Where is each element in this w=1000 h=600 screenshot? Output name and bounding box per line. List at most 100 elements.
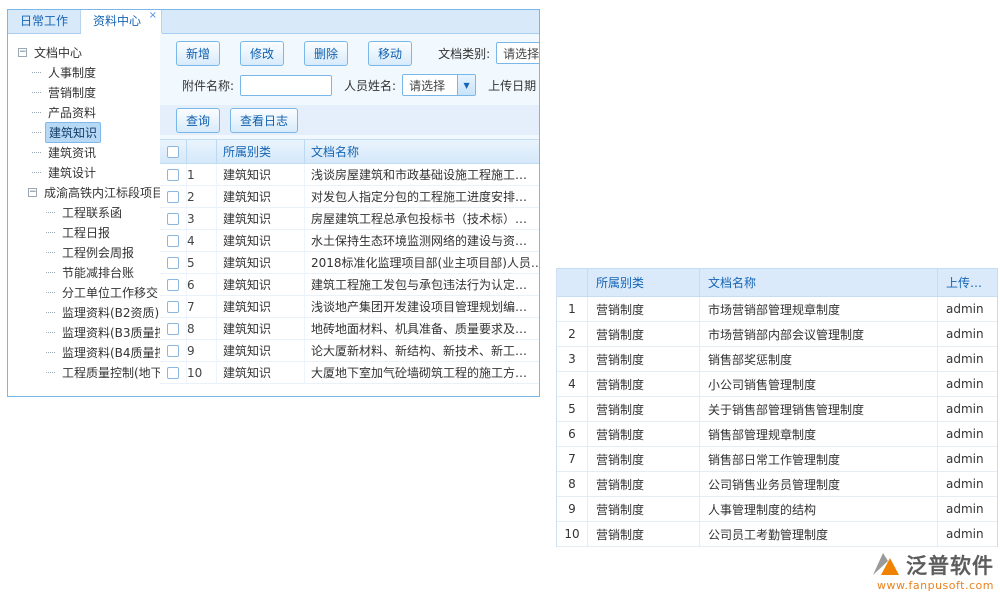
row-doc-name: 浅谈地产集团开发建设项目管理规划编… [304, 296, 539, 317]
table-row[interactable]: 2 建筑知识 对发包人指定分包的工程施工进度安排… [160, 186, 539, 208]
checkbox-cell [160, 146, 186, 158]
table-row[interactable]: 8 营销制度 公司销售业务员管理制度 admin [557, 472, 997, 497]
table-row[interactable]: 5 建筑知识 2018标准化监理项目部(业主项目部)人员… [160, 252, 539, 274]
view-log-button[interactable]: 查看日志 [230, 108, 298, 133]
row-checkbox[interactable] [167, 345, 179, 357]
tree-item-marketing[interactable]: 营销制度 [18, 82, 160, 102]
tree-line [32, 152, 41, 153]
table-row[interactable]: 9 建筑知识 论大厦新材料、新结构、新技术、新工… [160, 340, 539, 362]
tree-item-daily-report[interactable]: 工程日报 [18, 222, 160, 242]
row-number: 7 [557, 452, 587, 466]
person-name-select[interactable]: 请选择 ▼ [402, 74, 476, 96]
row-number: 3 [186, 208, 216, 229]
table-row[interactable]: 2 营销制度 市场营销部内部会议管理制度 admin [557, 322, 997, 347]
chevron-down-icon[interactable]: ▼ [457, 75, 475, 95]
tree-item-supervision-b3[interactable]: 监理资料(B3质量控制) [18, 322, 160, 342]
query-button[interactable]: 查询 [176, 108, 220, 133]
checkbox-cell [160, 191, 186, 203]
row-checkbox[interactable] [167, 169, 179, 181]
row-category: 营销制度 [587, 372, 699, 396]
row-checkbox[interactable] [167, 235, 179, 247]
tree-item-construction-news[interactable]: 建筑资讯 [18, 142, 160, 162]
tree-item-label: 监理资料(B3质量控制) [59, 323, 160, 342]
tree-item-label: 产品资料 [45, 103, 99, 122]
delete-button[interactable]: 删除 [304, 41, 348, 66]
table-row[interactable]: 8 建筑知识 地砖地面材料、机具准备、质量要求及… [160, 318, 539, 340]
toolbar-row-2: 附件名称: 人员姓名: 请选择 ▼ 上传日期 [160, 70, 539, 100]
tree-item-quality-basement[interactable]: 工程质量控制(地下室) [18, 362, 160, 382]
collapse-icon[interactable]: − [18, 48, 27, 57]
row-checkbox[interactable] [167, 367, 179, 379]
data-center-window: 日常工作 资料中心 × − 文档中心 人事制度 营销制度 产品资料 [7, 9, 540, 397]
tree-item-construction-knowledge[interactable]: 建筑知识 [18, 122, 160, 142]
table-row[interactable]: 10 营销制度 公司员工考勤管理制度 admin [557, 522, 997, 547]
row-checkbox[interactable] [167, 257, 179, 269]
row-category: 建筑知识 [216, 164, 304, 185]
table-row[interactable]: 4 营销制度 小公司销售管理制度 admin [557, 372, 997, 397]
tree-item-supervision-b4[interactable]: 监理资料(B4质量控制) [18, 342, 160, 362]
doc-name-column-header: 文档名称 [699, 269, 937, 296]
select-all-checkbox[interactable] [167, 146, 179, 158]
row-checkbox[interactable] [167, 301, 179, 313]
table-row[interactable]: 5 营销制度 关于销售部管理销售管理制度 admin [557, 397, 997, 422]
row-number: 3 [557, 352, 587, 366]
close-icon[interactable]: × [149, 10, 157, 22]
tree-item-work-transfer[interactable]: 分工单位工作移交 [18, 282, 160, 302]
row-checkbox[interactable] [167, 191, 179, 203]
row-category: 营销制度 [587, 522, 699, 546]
row-category: 建筑知识 [216, 208, 304, 229]
tree-item-project-root[interactable]: − 成渝高铁内江标段项目 [18, 182, 160, 202]
row-doc-name: 浅谈房屋建筑和市政基础设施工程施工… [304, 164, 539, 185]
table-row[interactable]: 3 建筑知识 房屋建筑工程总承包投标书（技术标）… [160, 208, 539, 230]
row-uploader: admin [937, 372, 997, 396]
tree-line [46, 232, 55, 233]
tree-item-weekly-meeting[interactable]: 工程例会周报 [18, 242, 160, 262]
tree-item-supervision-b2[interactable]: 监理资料(B2资质) [18, 302, 160, 322]
tree-item-hr[interactable]: 人事制度 [18, 62, 160, 82]
row-checkbox[interactable] [167, 323, 179, 335]
table-row[interactable]: 1 营销制度 市场营销部管理规章制度 admin [557, 297, 997, 322]
attachment-name-input[interactable] [240, 75, 332, 96]
table-row[interactable]: 7 营销制度 销售部日常工作管理制度 admin [557, 447, 997, 472]
table-row[interactable]: 10 建筑知识 大厦地下室加气砼墙砌筑工程的施工方… [160, 362, 539, 384]
move-button[interactable]: 移动 [368, 41, 412, 66]
row-category: 建筑知识 [216, 362, 304, 383]
tree-item-product[interactable]: 产品资料 [18, 102, 160, 122]
row-number: 4 [557, 377, 587, 391]
table-row[interactable]: 1 建筑知识 浅谈房屋建筑和市政基础设施工程施工… [160, 164, 539, 186]
tree-item-construction-design[interactable]: 建筑设计 [18, 162, 160, 182]
tree-item-contact-letter[interactable]: 工程联系函 [18, 202, 160, 222]
tree-item-doc-center[interactable]: − 文档中心 [18, 42, 160, 62]
row-category: 建筑知识 [216, 318, 304, 339]
tree-item-energy-ledger[interactable]: 节能减排台账 [18, 262, 160, 282]
table-row[interactable]: 3 营销制度 销售部奖惩制度 admin [557, 347, 997, 372]
row-number: 6 [557, 427, 587, 441]
row-number: 1 [557, 302, 587, 316]
tab-bar: 日常工作 资料中心 × [8, 10, 539, 34]
tree-line [32, 112, 41, 113]
doc-category-select[interactable]: 请选择 ▼ [496, 42, 539, 64]
checkbox-cell [160, 169, 186, 181]
table-row[interactable]: 6 营销制度 销售部管理规章制度 admin [557, 422, 997, 447]
tab-daily-work[interactable]: 日常工作 [8, 10, 81, 33]
table-row[interactable]: 4 建筑知识 水土保持生态环境监测网络的建设与资… [160, 230, 539, 252]
table-row[interactable]: 6 建筑知识 建筑工程施工发包与承包违法行为认定… [160, 274, 539, 296]
tab-data-center[interactable]: 资料中心 × [81, 10, 162, 34]
tree-item-label-selected: 建筑知识 [45, 122, 101, 143]
collapse-icon[interactable]: − [28, 188, 37, 197]
row-uploader: admin [937, 422, 997, 446]
tree-item-label: 分工单位工作移交 [59, 283, 160, 302]
row-doc-name: 公司员工考勤管理制度 [699, 522, 937, 546]
tree-line [32, 172, 41, 173]
doc-name-column-header: 文档名称 [304, 140, 539, 163]
row-checkbox[interactable] [167, 279, 179, 291]
person-name-label: 人员姓名: [344, 77, 396, 94]
table-row[interactable]: 9 营销制度 人事管理制度的结构 admin [557, 497, 997, 522]
table-header: 所属别类 文档名称 上传… [557, 268, 997, 297]
edit-button[interactable]: 修改 [240, 41, 284, 66]
row-category: 营销制度 [587, 497, 699, 521]
row-number: 10 [186, 362, 216, 383]
row-checkbox[interactable] [167, 213, 179, 225]
add-button[interactable]: 新增 [176, 41, 220, 66]
table-row[interactable]: 7 建筑知识 浅谈地产集团开发建设项目管理规划编… [160, 296, 539, 318]
